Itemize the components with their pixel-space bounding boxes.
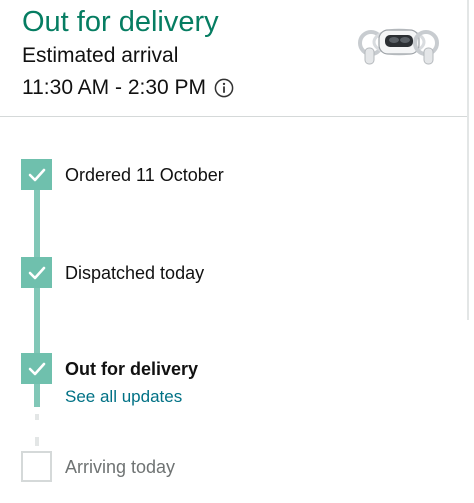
- check-icon: [28, 168, 45, 181]
- scroll-edge: [467, 0, 469, 320]
- check-icon: [28, 266, 45, 279]
- step-arriving-box: [21, 451, 52, 482]
- step-out-for-delivery-label: Out for delivery: [65, 359, 199, 379]
- product-image[interactable]: [354, 12, 444, 70]
- check-icon: [28, 362, 45, 375]
- timeline-dash: [35, 414, 39, 420]
- arrival-time-row: 11:30 AM - 2:30 PM: [22, 73, 234, 103]
- step-dispatched-label: Dispatched today: [65, 263, 205, 283]
- step-arriving-label: Arriving today: [65, 457, 176, 477]
- timeline-dash: [35, 437, 39, 446]
- estimated-arrival-label: Estimated arrival: [22, 44, 179, 67]
- header-divider: [0, 116, 468, 117]
- see-all-updates-link[interactable]: See all updates: [65, 385, 182, 409]
- step-out-for-delivery-check: [21, 353, 52, 384]
- step-ordered-label: Ordered 11 October: [65, 165, 224, 185]
- info-icon[interactable]: [214, 78, 234, 98]
- step-dispatched-check: [21, 257, 52, 288]
- arrival-time: 11:30 AM - 2:30 PM: [22, 76, 207, 99]
- status-title: Out for delivery: [22, 6, 219, 38]
- step-ordered-check: [21, 159, 52, 190]
